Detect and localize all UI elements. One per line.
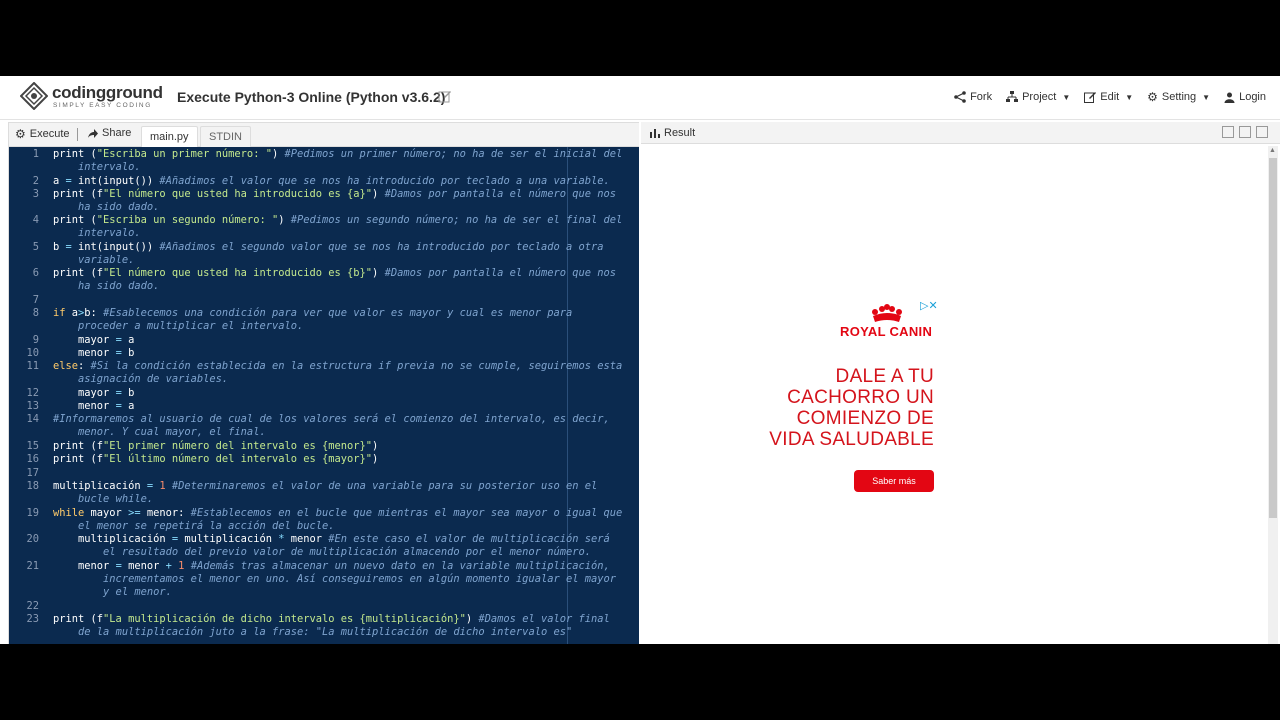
line-number: 22 bbox=[26, 600, 39, 612]
chevron-down-icon: ▼ bbox=[1125, 92, 1134, 102]
logo-tagline: SIMPLY EASY CODING bbox=[53, 102, 152, 109]
line-number: 12 bbox=[26, 387, 39, 399]
line-number: 23 bbox=[26, 613, 39, 625]
bar-chart-icon bbox=[650, 129, 660, 138]
setting-label: Setting bbox=[1161, 91, 1197, 103]
chevron-down-icon: ▼ bbox=[1202, 92, 1211, 102]
line-number: 17 bbox=[26, 467, 39, 479]
line-number: 5 bbox=[32, 241, 39, 253]
ad-headline: DALE A TU CACHORRO UN COMIENZO DE VIDA S… bbox=[764, 366, 934, 450]
scroll-thumb[interactable] bbox=[1269, 158, 1277, 518]
toolbar-divider bbox=[77, 128, 78, 141]
execute-button[interactable]: ⚙ Execute bbox=[15, 127, 70, 141]
project-menu[interactable]: Project ▼ bbox=[1006, 90, 1070, 104]
line-number: 18 bbox=[26, 480, 39, 492]
collapse-icon[interactable] bbox=[1222, 126, 1234, 138]
line-number: 16 bbox=[26, 453, 39, 465]
line-number: 7 bbox=[32, 294, 39, 306]
line-number: 9 bbox=[32, 334, 39, 346]
line-number: 1 bbox=[32, 148, 39, 160]
line-number: 19 bbox=[26, 507, 39, 519]
share-button[interactable]: Share bbox=[87, 127, 131, 139]
ad-headline-line: COMIENZO DE bbox=[796, 408, 934, 429]
line-number: 2 bbox=[32, 175, 39, 187]
edit-menu[interactable]: Edit ▼ bbox=[1084, 90, 1133, 104]
gear-icon: ⚙ bbox=[1147, 90, 1158, 104]
line-number: 21 bbox=[26, 560, 39, 572]
restore-icon[interactable] bbox=[1239, 126, 1251, 138]
result-window-controls bbox=[1222, 126, 1268, 138]
project-label: Project bbox=[1022, 91, 1057, 103]
edit-icon bbox=[1084, 92, 1097, 103]
page-title: Execute Python-3 Online (Python v3.6.2) bbox=[177, 89, 446, 105]
edit-title-icon[interactable] bbox=[438, 89, 452, 103]
line-number: 11 bbox=[26, 360, 39, 372]
ad-headline-line: VIDA SALUDABLE bbox=[769, 429, 934, 450]
line-number: 6 bbox=[32, 267, 39, 279]
gears-icon: ⚙ bbox=[15, 127, 26, 141]
line-number: 14 bbox=[26, 413, 39, 425]
logo-mark-icon bbox=[20, 82, 48, 110]
code-editor[interactable]: 1 2 3 4 5 6 7 8 9 10 11 12 13 14 15 16 1… bbox=[9, 147, 639, 644]
line-number: 8 bbox=[32, 307, 39, 319]
page: codingground SIMPLY EASY CODING Execute … bbox=[0, 76, 1280, 644]
scroll-up-icon[interactable]: ▲ bbox=[1269, 147, 1276, 154]
codingground-logo[interactable]: codingground SIMPLY EASY CODING bbox=[20, 82, 163, 112]
tab-stdin[interactable]: STDIN bbox=[200, 126, 251, 147]
share-icon bbox=[88, 128, 98, 138]
brand-name: ROYAL CANIN bbox=[840, 324, 933, 339]
fork-label: Fork bbox=[970, 91, 993, 103]
ad-headline-line: DALE A TU bbox=[835, 366, 934, 387]
result-title: Result bbox=[650, 127, 695, 139]
setting-menu[interactable]: ⚙ Setting ▼ bbox=[1147, 90, 1210, 104]
line-number: 10 bbox=[26, 347, 39, 359]
top-nav: Fork Project ▼ Edit ▼ ⚙ Setting ▼ Login bbox=[954, 90, 1266, 104]
logo-text: codingground bbox=[52, 83, 163, 102]
edit-label: Edit bbox=[1100, 91, 1120, 103]
share-icon bbox=[954, 91, 966, 103]
crown-icon bbox=[872, 304, 902, 322]
chevron-down-icon: ▼ bbox=[1062, 92, 1071, 102]
execute-label: Execute bbox=[29, 128, 70, 140]
expand-icon[interactable] bbox=[1256, 126, 1268, 138]
editor-panel: ⚙ Execute Share main.py STDIN 1 2 3 4 5 … bbox=[8, 122, 639, 644]
login-label: Login bbox=[1239, 91, 1266, 103]
ad-headline-line: CACHORRO UN bbox=[787, 387, 934, 408]
line-number: 15 bbox=[26, 440, 39, 452]
tab-main-py[interactable]: main.py bbox=[141, 126, 198, 147]
result-title-label: Result bbox=[664, 127, 696, 139]
line-number: 13 bbox=[26, 400, 39, 412]
sitemap-icon bbox=[1006, 91, 1019, 102]
royal-canin-logo: ROYAL CANIN bbox=[840, 304, 940, 344]
user-icon bbox=[1224, 92, 1235, 103]
line-number: 3 bbox=[32, 188, 39, 200]
fork-button[interactable]: Fork bbox=[954, 90, 992, 104]
result-toolbar: Result bbox=[641, 122, 1280, 144]
result-panel: Result ▲ bbox=[641, 122, 1280, 644]
line-number: 4 bbox=[32, 214, 39, 226]
share-label: Share bbox=[102, 127, 132, 139]
app-header: codingground SIMPLY EASY CODING Execute … bbox=[0, 76, 1280, 120]
saber-mas-button[interactable]: Saber más bbox=[854, 470, 934, 492]
editor-toolbar: ⚙ Execute Share main.py STDIN bbox=[9, 123, 639, 147]
result-scrollbar[interactable]: ▲ bbox=[1268, 146, 1278, 644]
line-number: 20 bbox=[26, 533, 39, 545]
login-button[interactable]: Login bbox=[1224, 90, 1266, 104]
